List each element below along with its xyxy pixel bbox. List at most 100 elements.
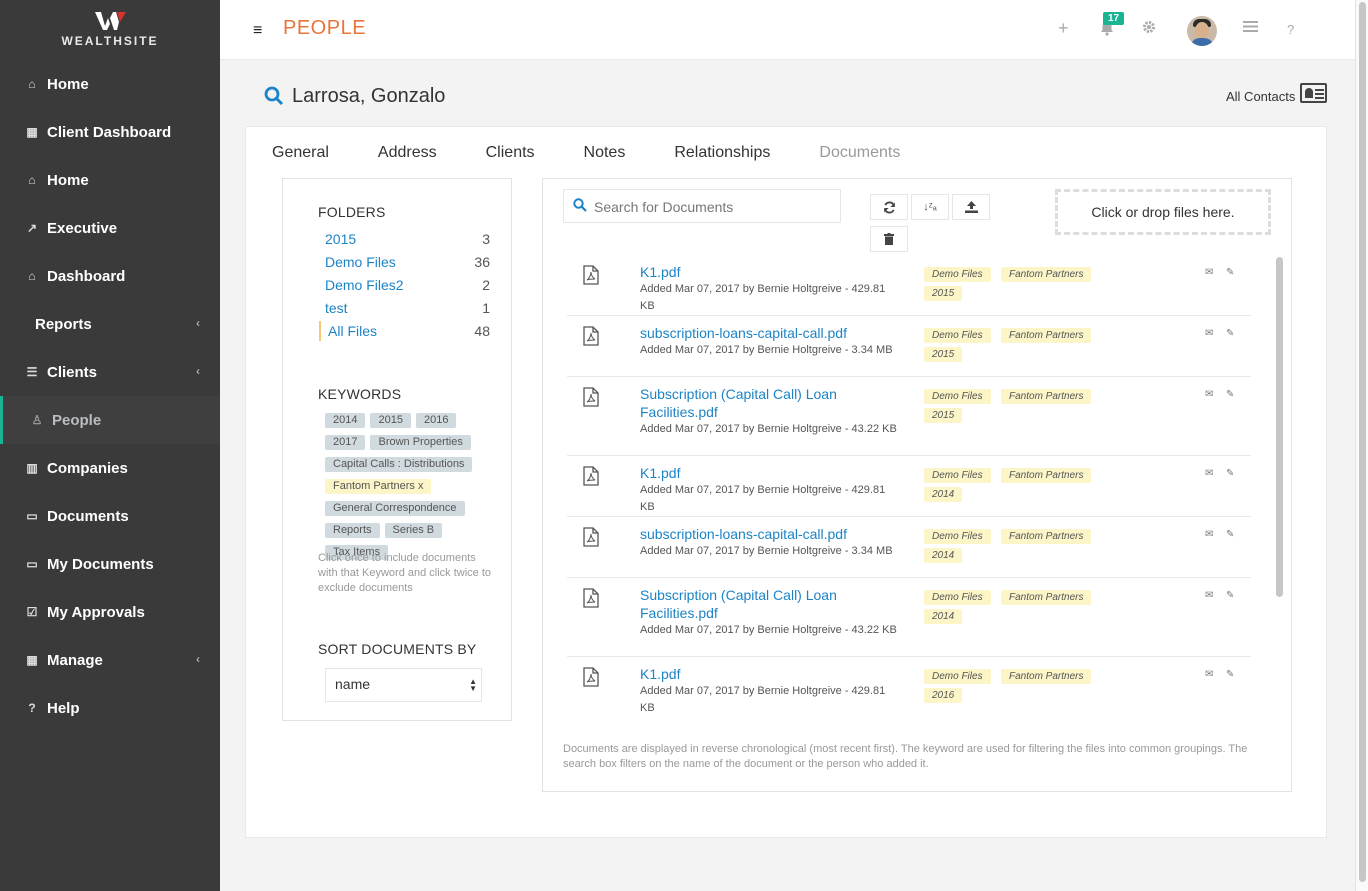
brand-name: WEALTHSITE	[61, 34, 159, 48]
sidebar-item-companies[interactable]: ▥ Companies	[0, 444, 220, 492]
folder-item[interactable]: test 1	[325, 298, 490, 318]
sidebar-item-label: People	[52, 411, 102, 429]
help-icon[interactable]: ?	[1287, 22, 1294, 37]
document-name-link[interactable]: subscription-loans-capital-call.pdf	[640, 525, 890, 543]
plus-icon[interactable]: +	[1058, 18, 1069, 39]
sidebar-item-clients[interactable]: ☰ Clients ‹	[0, 348, 220, 396]
sort-alpha-button[interactable]: ↓ᶻₐ	[911, 194, 949, 220]
tab-general[interactable]: General	[272, 144, 329, 162]
pdf-icon	[583, 588, 599, 608]
pencil-icon[interactable]: ✎	[1226, 389, 1234, 400]
sidebar-item-client-dashboard[interactable]: ▦ Client Dashboard	[0, 108, 220, 156]
page-scrollbar[interactable]	[1355, 0, 1368, 891]
tab-notes[interactable]: Notes	[584, 144, 626, 162]
pencil-icon[interactable]: ✎	[1226, 669, 1234, 680]
keyword-tag-selected[interactable]: Fantom Partners x	[325, 479, 432, 494]
document-tag: 2015	[924, 347, 963, 362]
document-tag: Fantom Partners	[1001, 669, 1092, 684]
list-item: K1.pdf Added Mar 07, 2017 by Bernie Holt…	[567, 657, 1251, 718]
notification-badge: 17	[1103, 12, 1125, 25]
email-icon[interactable]: ✉	[1205, 529, 1213, 540]
tab-address[interactable]: Address	[378, 144, 437, 162]
keyword-tag[interactable]: General Correspondence	[325, 501, 465, 516]
email-icon[interactable]: ✉	[1205, 267, 1213, 278]
email-icon[interactable]: ✉	[1205, 389, 1213, 400]
sort-selected-value: name	[335, 676, 371, 692]
file-dropzone[interactable]: Click or drop files here.	[1055, 189, 1271, 235]
sidebar-item-reports[interactable]: Reports ‹	[0, 300, 220, 348]
user-icon: ♙	[31, 413, 43, 427]
logo[interactable]: WEALTHSITE	[0, 10, 220, 48]
search-icon[interactable]	[264, 86, 284, 112]
tab-clients[interactable]: Clients	[486, 144, 535, 162]
keyword-tag[interactable]: 2016	[415, 413, 457, 428]
sidebar-item-documents[interactable]: ▭ Documents	[0, 492, 220, 540]
document-tag: Fantom Partners	[1001, 389, 1092, 404]
document-name-link[interactable]: subscription-loans-capital-call.pdf	[640, 324, 890, 342]
tab-relationships[interactable]: Relationships	[674, 144, 770, 162]
sidebar-item-label: Client Dashboard	[47, 123, 172, 141]
email-icon[interactable]: ✉	[1205, 468, 1213, 479]
folder-item[interactable]: Demo Files 36	[325, 252, 490, 272]
email-icon[interactable]: ✉	[1205, 590, 1213, 601]
document-name-link[interactable]: K1.pdf	[640, 464, 870, 482]
tab-documents[interactable]: Documents	[819, 144, 900, 162]
folder-item[interactable]: 2015 3	[325, 229, 490, 249]
list-view-icon[interactable]	[1243, 20, 1258, 37]
chevron-left-icon: ‹	[196, 316, 200, 330]
list-item: subscription-loans-capital-call.pdf Adde…	[567, 316, 1251, 377]
document-meta: Added Mar 07, 2017 by Bernie Holtgreive …	[640, 283, 886, 312]
avatar[interactable]	[1187, 16, 1217, 46]
all-contacts-link[interactable]: All Contacts	[1226, 89, 1295, 104]
folder-item[interactable]: Demo Files2 2	[325, 275, 490, 295]
keyword-tag[interactable]: Capital Calls : Distributions	[325, 457, 473, 472]
keyword-tag[interactable]: 2014	[325, 413, 366, 428]
sidebar-item-people[interactable]: ♙ People	[0, 396, 220, 444]
email-icon[interactable]: ✉	[1205, 328, 1213, 339]
document-name-link[interactable]: K1.pdf	[640, 665, 870, 683]
gear-icon[interactable]	[1142, 20, 1156, 38]
document-meta: Added Mar 07, 2017 by Bernie Holtgreive …	[640, 423, 897, 435]
keyword-tag[interactable]: 2015	[370, 413, 411, 428]
sort-select[interactable]: name ▲ ▼	[325, 668, 482, 702]
sidebar-item-home-2[interactable]: ⌂ Home	[0, 156, 220, 204]
table-icon: ▦	[26, 653, 38, 667]
keyword-tag[interactable]: Series B	[384, 523, 443, 538]
sidebar-item-help[interactable]: ? Help	[0, 684, 220, 732]
contact-card-icon[interactable]	[1300, 83, 1327, 103]
keyword-tag[interactable]: 2017	[325, 435, 366, 450]
pencil-icon[interactable]: ✎	[1226, 590, 1234, 601]
building-icon: ▥	[26, 461, 38, 475]
sidebar-item-manage[interactable]: ▦ Manage ‹	[0, 636, 220, 684]
list-item: Subscription (Capital Call) Loan Facilit…	[567, 578, 1251, 657]
sidebar-item-my-documents[interactable]: ▭ My Documents	[0, 540, 220, 588]
document-list-scrollbar[interactable]	[1276, 257, 1284, 722]
refresh-button[interactable]	[870, 194, 908, 220]
document-tag: Demo Files	[924, 669, 991, 684]
document-search-input[interactable]: Search for Documents	[563, 189, 841, 223]
document-name-link[interactable]: K1.pdf	[640, 263, 870, 281]
document-meta: Added Mar 07, 2017 by Bernie Holtgreive …	[640, 484, 886, 513]
pencil-icon[interactable]: ✎	[1226, 267, 1234, 278]
keyword-help-text: Click once to include documents with tha…	[318, 552, 492, 594]
pencil-icon[interactable]: ✎	[1226, 529, 1234, 540]
sidebar-item-home[interactable]: ⌂ Home	[0, 60, 220, 108]
sidebar-item-my-approvals[interactable]: ☑ My Approvals	[0, 588, 220, 636]
check-square-icon: ☑	[26, 605, 38, 619]
folder-item-all-files[interactable]: All Files 48	[319, 321, 490, 341]
sidebar-item-dashboard[interactable]: ⌂ Dashboard	[0, 252, 220, 300]
pencil-icon[interactable]: ✎	[1226, 468, 1234, 479]
email-icon[interactable]: ✉	[1205, 669, 1213, 680]
pencil-icon[interactable]: ✎	[1226, 328, 1234, 339]
delete-button[interactable]	[870, 226, 908, 252]
upload-button[interactable]	[952, 194, 990, 220]
document-name-link[interactable]: Subscription (Capital Call) Loan Facilit…	[640, 586, 855, 622]
document-tag: Demo Files	[924, 529, 991, 544]
list-item: subscription-loans-capital-call.pdf Adde…	[567, 517, 1251, 578]
keyword-tag[interactable]: Reports	[325, 523, 380, 538]
document-name-link[interactable]: Subscription (Capital Call) Loan Facilit…	[640, 385, 855, 421]
sidebar-item-executive[interactable]: ↗ Executive	[0, 204, 220, 252]
hamburger-menu-icon[interactable]: ≡	[253, 22, 262, 40]
document-tag: 2015	[924, 408, 963, 423]
keyword-tag[interactable]: Brown Properties	[370, 435, 471, 450]
